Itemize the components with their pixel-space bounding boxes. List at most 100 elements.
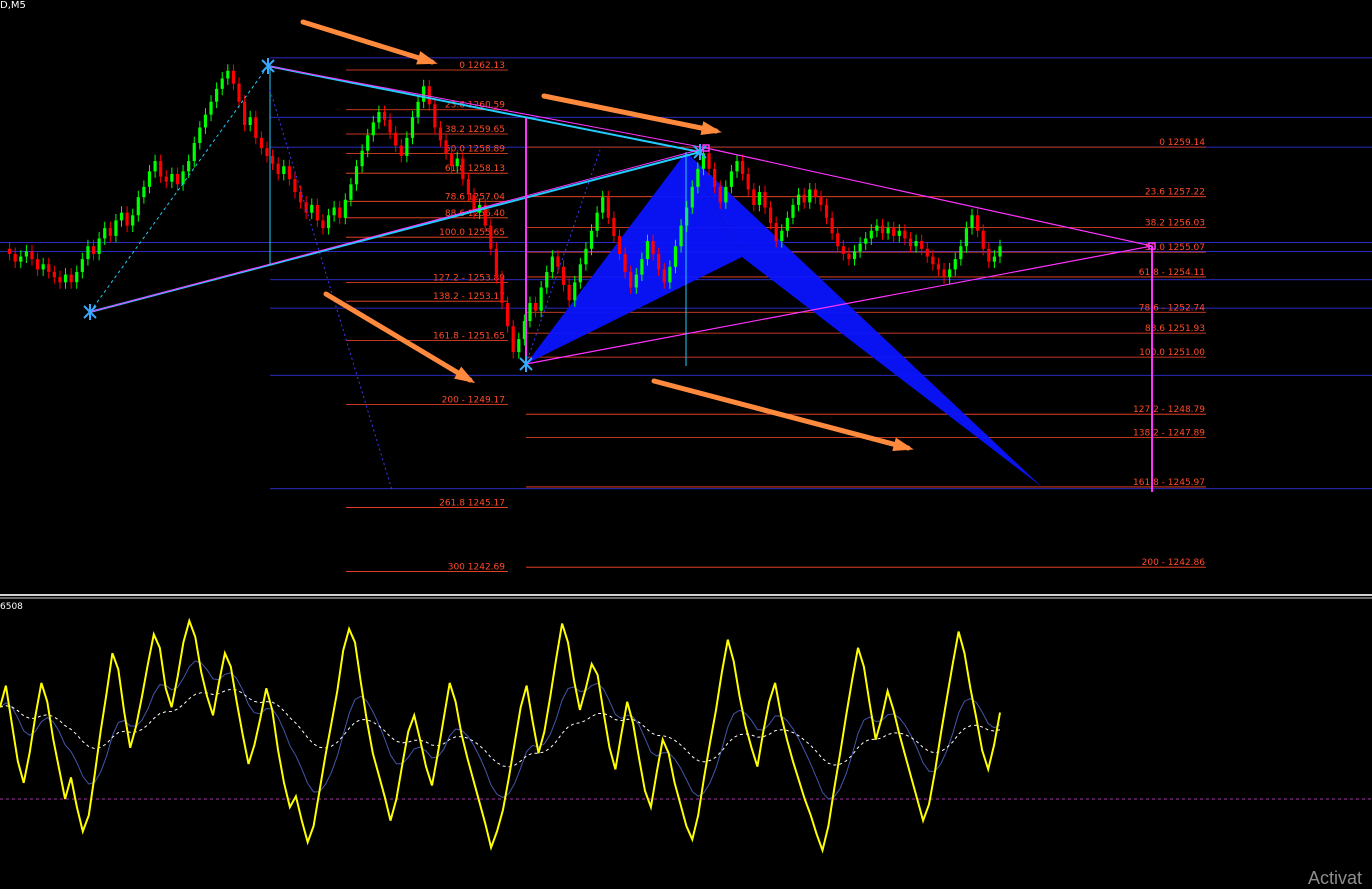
candle-body-26 xyxy=(147,171,152,187)
candle-body-142 xyxy=(796,194,801,205)
candle-body-62 xyxy=(349,184,353,200)
candle-body-100 xyxy=(561,266,566,285)
fib-retracement-right[interactable]: 0 1259.14 23.6 1257.22 38.2 1256.03 50.0 12… xyxy=(526,138,1206,568)
fib-right-label-4: 61.8 - 1254.11 xyxy=(1139,268,1205,278)
candle-body-28 xyxy=(159,161,163,177)
candle-body-43 xyxy=(243,101,247,125)
candle-body-95 xyxy=(533,302,538,311)
candle-body-32 xyxy=(181,171,185,185)
candle-body-148 xyxy=(830,217,834,234)
fib-left-label-11: 200 - 1249.17 xyxy=(442,395,505,405)
candle-body-65 xyxy=(366,135,370,151)
candle-body-134 xyxy=(752,189,756,205)
oscillator-main-line xyxy=(0,617,1001,854)
candle-body-146 xyxy=(819,197,823,205)
candle-body-49 xyxy=(276,163,280,174)
candle-body-126 xyxy=(707,153,711,169)
candle-body-164 xyxy=(920,241,924,249)
price-chart[interactable]: 0 1262.1323.6 1260.5938.2 1259.6550.0 12… xyxy=(0,0,1372,887)
candle-body-5 xyxy=(30,251,34,260)
candle-body-98 xyxy=(550,256,554,273)
candle-body-138 xyxy=(774,222,778,242)
candle-body-3 xyxy=(19,256,23,262)
candle-body-92 xyxy=(517,339,521,352)
fib-left-label-3: 50.0 1258.89 xyxy=(445,145,505,155)
candle-body-58 xyxy=(326,215,331,229)
candle-body-165 xyxy=(925,248,929,257)
fib-right-label-7: 100.0 1251.00 xyxy=(1139,348,1205,358)
subwindow-separator xyxy=(0,594,1372,599)
arrow-shaft-0 xyxy=(300,19,435,65)
candle-body-150 xyxy=(841,246,845,254)
candle-body-106 xyxy=(595,212,599,231)
candle-body-168 xyxy=(942,269,946,278)
candle-body-46 xyxy=(259,137,263,149)
candle-body-137 xyxy=(768,207,773,223)
arrow-head-1 xyxy=(700,121,722,135)
candle-body-151 xyxy=(847,253,851,260)
candle-body-121 xyxy=(679,225,683,247)
candle-body-155 xyxy=(869,230,873,239)
candle-body-17 xyxy=(97,238,101,254)
candle-body-39 xyxy=(220,78,224,89)
candle-body-25 xyxy=(142,186,146,198)
candle-body-94 xyxy=(528,302,532,322)
candle-body-130 xyxy=(729,171,734,187)
candle-body-16 xyxy=(91,246,96,254)
candle-body-83 xyxy=(466,179,471,195)
fib-retracement-left[interactable]: 0 1262.1323.6 1260.5938.2 1259.6550.0 12… xyxy=(346,61,508,573)
candle-body-176 xyxy=(987,248,991,262)
candle-body-159 xyxy=(892,228,896,236)
candle-body-38 xyxy=(215,88,219,102)
candle-body-162 xyxy=(908,238,913,247)
candle-body-119 xyxy=(668,266,672,283)
candle-body-139 xyxy=(780,230,784,242)
candle-body-107 xyxy=(601,197,605,213)
candle-body-8 xyxy=(47,264,51,273)
candle-body-82 xyxy=(461,158,465,180)
candle-body-172 xyxy=(964,228,969,247)
candle-body-19 xyxy=(108,228,112,236)
candle-body-104 xyxy=(584,248,588,265)
candle-body-170 xyxy=(953,259,957,270)
fib-left-label-10: 161.8 - 1251.65 xyxy=(433,331,505,341)
candle-body-131 xyxy=(735,161,739,172)
candle-body-9 xyxy=(52,272,56,278)
candle-body-10 xyxy=(58,277,62,283)
candle-body-160 xyxy=(897,230,901,236)
fib-left-label-0: 0 1262.13 xyxy=(459,61,505,71)
candle-body-171 xyxy=(959,246,963,260)
candle-body-141 xyxy=(791,204,795,218)
fib-left-label-2: 38.2 1259.65 xyxy=(445,125,505,135)
candle-body-59 xyxy=(332,207,336,216)
dotted-projection-1 xyxy=(269,89,393,491)
candle-body-36 xyxy=(203,114,208,128)
candle-body-80 xyxy=(450,153,454,167)
candle-body-143 xyxy=(802,194,806,203)
fib-right-label-6: 88.6 1251.93 xyxy=(1145,324,1205,334)
candle-body-33 xyxy=(187,161,191,172)
candle-body-63 xyxy=(354,166,359,185)
candle-body-72 xyxy=(405,137,409,156)
candle-body-61 xyxy=(343,199,347,218)
candle-body-123 xyxy=(690,186,694,208)
direction-arrows xyxy=(300,19,914,452)
candle-body-116 xyxy=(651,241,655,254)
fib-right-label-11: 200 - 1242.86 xyxy=(1142,558,1206,568)
candle-body-156 xyxy=(875,225,879,231)
candle-body-53 xyxy=(298,192,303,203)
candle-body-64 xyxy=(360,150,364,167)
fib-right-label-2: 38.2 1256.03 xyxy=(1145,218,1205,228)
cyan-top-line xyxy=(267,65,701,153)
fib-right-label-3: 50.0 1255.07 xyxy=(1145,243,1205,253)
candle-body-140 xyxy=(785,217,789,231)
fib-left-label-4: 61.8 1258.13 xyxy=(445,164,505,174)
candle-body-51 xyxy=(287,166,291,180)
candle-body-103 xyxy=(578,264,582,283)
arrow-head-3 xyxy=(892,437,914,452)
candle-body-75 xyxy=(422,86,426,102)
candle-body-147 xyxy=(824,204,829,218)
candle-body-73 xyxy=(410,117,415,138)
candle-body-105 xyxy=(589,230,594,249)
candle-body-149 xyxy=(836,233,840,247)
